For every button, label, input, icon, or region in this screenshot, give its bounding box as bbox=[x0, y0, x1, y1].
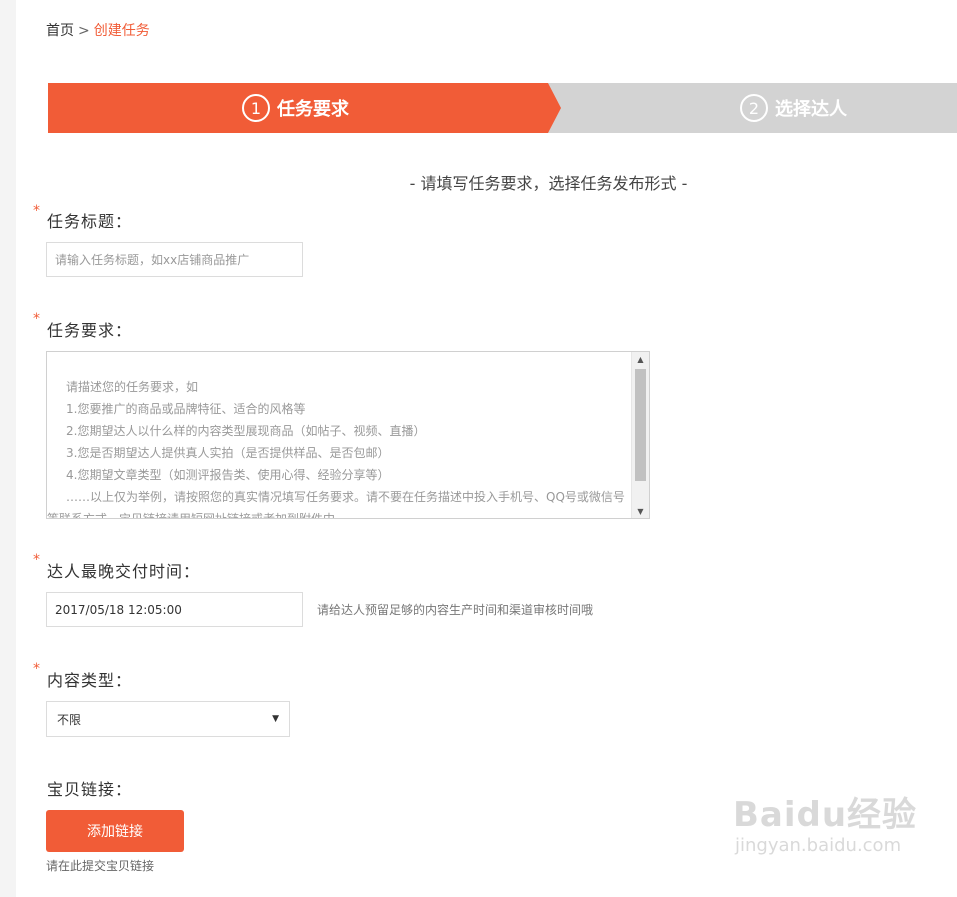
textarea-scrollbar[interactable]: ▲ ▼ bbox=[631, 352, 649, 518]
placeholder-line: 3.您是否期望达人提供真人实拍（是否提供样品、是否包邮） bbox=[66, 446, 390, 460]
content-type-selected: 不限 bbox=[57, 712, 82, 727]
task-req-textarea[interactable]: 请描述您的任务要求，如 1.您要推广的商品或品牌特征、适合的风格等 2.您期望达… bbox=[46, 351, 650, 519]
step-2-number-icon: 2 bbox=[740, 94, 768, 122]
breadcrumb: 首页 > 创建任务 bbox=[46, 20, 150, 40]
placeholder-line: 请描述您的任务要求，如 bbox=[66, 380, 199, 394]
step-2-label: 选择达人 bbox=[775, 99, 847, 120]
content-type-label: 内容类型： bbox=[47, 671, 133, 690]
scroll-up-arrow-icon[interactable]: ▲ bbox=[632, 352, 649, 366]
watermark-brand: Baidu经验 bbox=[733, 795, 918, 835]
task-req-placeholder: 请描述您的任务要求，如 1.您要推广的商品或品牌特征、适合的风格等 2.您期望达… bbox=[47, 376, 627, 519]
required-asterisk-icon: * bbox=[33, 203, 40, 219]
task-title-label: 任务标题： bbox=[47, 212, 133, 231]
breadcrumb-home-link[interactable]: 首页 bbox=[46, 23, 74, 39]
content-type-select[interactable]: 不限 ▼ bbox=[46, 701, 290, 737]
form-subtitle: - 请填写任务要求，选择任务发布形式 - bbox=[409, 174, 688, 193]
scroll-down-arrow-icon[interactable]: ▼ bbox=[632, 504, 649, 518]
add-link-button[interactable]: 添加链接 bbox=[46, 810, 184, 852]
breadcrumb-current: 创建任务 bbox=[93, 23, 150, 39]
step-1-label: 任务要求 bbox=[277, 99, 349, 120]
required-asterisk-icon: * bbox=[33, 552, 40, 568]
step-progress-bar: 1 任务要求 2 选择达人 bbox=[48, 83, 957, 133]
placeholder-line: 等联系方式，宝贝链接请用短网址链接或者加到附件中 bbox=[47, 512, 336, 519]
deadline-label: 达人最晚交付时间： bbox=[47, 562, 201, 581]
watermark-url: jingyan.baidu.com bbox=[735, 835, 902, 856]
left-strip bbox=[0, 0, 16, 897]
placeholder-line: 1.您要推广的商品或品牌特征、适合的风格等 bbox=[66, 402, 306, 416]
task-title-input[interactable]: 请输入任务标题，如xx店铺商品推广 bbox=[46, 242, 303, 277]
placeholder-line: ……以上仅为举例，请按照您的真实情况填写任务要求。请不要在任务描述中投入手机号、… bbox=[66, 490, 625, 504]
step-1: 1 任务要求 bbox=[242, 83, 349, 133]
task-req-label: 任务要求： bbox=[47, 321, 133, 340]
scrollbar-thumb[interactable] bbox=[635, 369, 646, 481]
required-asterisk-icon: * bbox=[33, 661, 40, 677]
placeholder-line: 2.您期望达人以什么样的内容类型展现商品（如帖子、视频、直播） bbox=[66, 424, 426, 438]
product-link-label: 宝贝链接： bbox=[47, 780, 133, 799]
baidu-watermark: Baidu经验 jingyan.baidu.com bbox=[733, 795, 917, 856]
product-link-hint: 请在此提交宝贝链接 bbox=[46, 859, 155, 873]
step-2: 2 选择达人 bbox=[740, 83, 847, 133]
deadline-input[interactable]: 2017/05/18 12:05:00 bbox=[46, 592, 303, 627]
deadline-hint: 请给达人预留足够的内容生产时间和渠道审核时间哦 bbox=[317, 603, 594, 617]
task-title-placeholder: 请输入任务标题，如xx店铺商品推广 bbox=[55, 253, 250, 267]
required-asterisk-icon: * bbox=[33, 311, 40, 327]
step-1-number-icon: 1 bbox=[242, 94, 270, 122]
placeholder-line: 4.您期望文章类型（如测评报告类、使用心得、经验分享等） bbox=[66, 468, 390, 482]
deadline-value: 2017/05/18 12:05:00 bbox=[55, 602, 182, 617]
chevron-down-icon: ▼ bbox=[272, 714, 279, 724]
breadcrumb-separator: > bbox=[78, 23, 90, 39]
